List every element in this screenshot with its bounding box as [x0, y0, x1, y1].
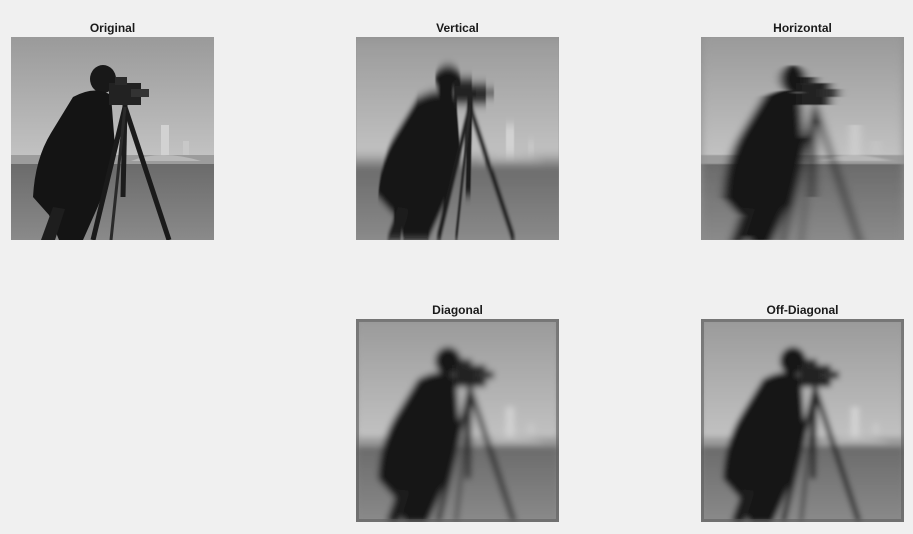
panel-vertical: Vertical — [356, 19, 559, 240]
image-diagonal-blur — [356, 319, 559, 522]
panel-title-original: Original — [89, 21, 136, 35]
panel-horizontal: Horizontal — [701, 19, 904, 240]
panel-diagonal: Diagonal — [356, 301, 559, 522]
image-vertical-blur — [356, 37, 559, 240]
image-horizontal-blur — [701, 37, 904, 240]
panel-off-diagonal: Off-Diagonal — [701, 301, 904, 522]
figure-window: Original Vertical Horizontal Diagonal Of… — [0, 0, 913, 534]
image-original — [11, 37, 214, 240]
panel-original: Original — [11, 19, 214, 240]
panel-title-horizontal: Horizontal — [773, 21, 832, 35]
panel-title-diagonal: Diagonal — [432, 303, 483, 317]
image-off-diagonal-blur — [701, 319, 904, 522]
panel-title-off-diagonal: Off-Diagonal — [766, 303, 839, 317]
panel-title-vertical: Vertical — [436, 21, 479, 35]
